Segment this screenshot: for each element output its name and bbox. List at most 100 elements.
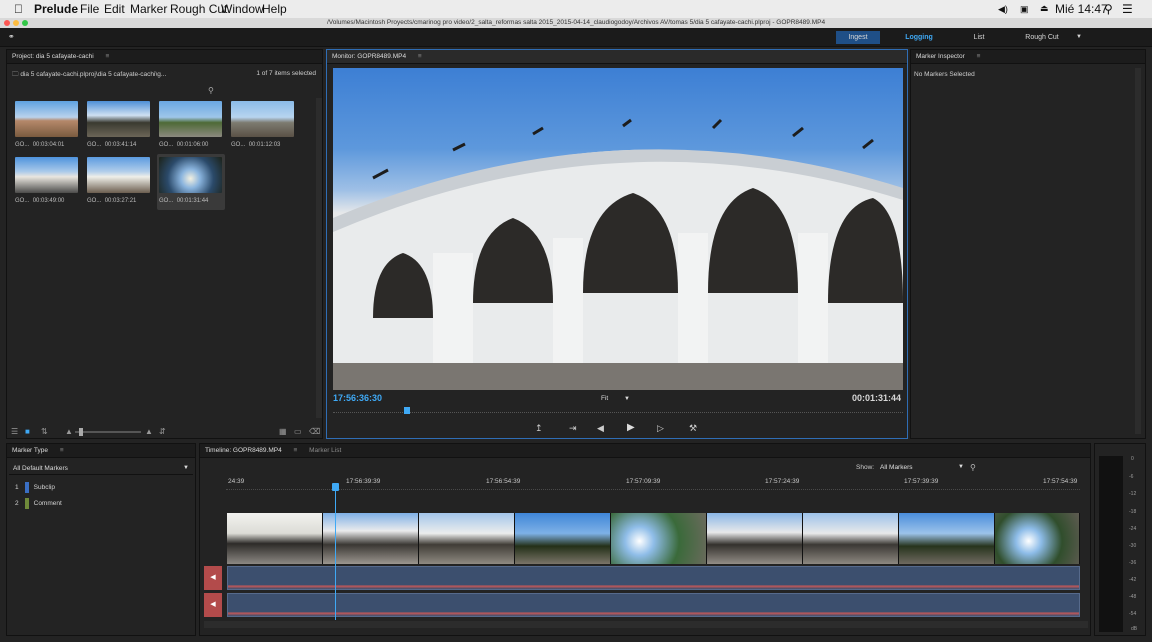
- clip-label: GO... 00:03:41:14: [87, 142, 137, 148]
- workspace-menu-chevron-icon[interactable]: ▼: [1074, 31, 1084, 44]
- menu-edit[interactable]: Edit: [104, 2, 125, 16]
- timeline-title[interactable]: Timeline: GOPR8489.MP4: [205, 444, 282, 458]
- fit-label: Fit: [601, 395, 609, 402]
- chevron-down-icon: ▼: [183, 465, 189, 471]
- video-track-thumbnail[interactable]: [323, 513, 419, 564]
- play-in-to-out-icon[interactable]: ⇥: [569, 424, 577, 433]
- volume-icon[interactable]: ◀): [998, 4, 1008, 15]
- marker-inspector-title[interactable]: Marker Inspector: [916, 50, 965, 64]
- new-rough-cut-icon[interactable]: ▦: [279, 428, 287, 436]
- step-back-icon[interactable]: ◀: [597, 424, 604, 433]
- fit-dropdown[interactable]: Fit ▼: [601, 395, 630, 402]
- minimize-window-button[interactable]: [13, 20, 19, 26]
- marker-type-subclip[interactable]: 1 Subclip: [15, 482, 55, 494]
- menu-file[interactable]: File: [80, 2, 99, 16]
- video-track-thumbnail[interactable]: [899, 513, 995, 564]
- play-icon[interactable]: ▶: [627, 423, 635, 433]
- panel-menu-icon[interactable]: ≡: [60, 447, 64, 454]
- wrench-icon[interactable]: ⚒: [689, 424, 697, 433]
- apple-icon[interactable]: : [14, 2, 23, 16]
- video-track-thumbnail[interactable]: [803, 513, 899, 564]
- notification-center-icon[interactable]: ☰: [1122, 2, 1133, 16]
- search-icon[interactable]: ⚲: [208, 87, 214, 95]
- search-icon[interactable]: ⚲: [970, 464, 976, 472]
- clock[interactable]: Mié 14:47: [1055, 2, 1108, 16]
- icon-view-icon[interactable]: ■: [25, 428, 30, 436]
- workspace-bar: ⚭ Ingest Logging List Rough Cut ▼: [0, 28, 1152, 47]
- video-track-thumbnail[interactable]: [419, 513, 515, 564]
- sort-order-icon[interactable]: ⇵: [159, 428, 166, 436]
- clip-duration: 00:01:31:44: [851, 393, 901, 403]
- panel-menu-icon[interactable]: ≡: [105, 53, 109, 60]
- ruler-tick-label: 17:57:09:39: [626, 478, 661, 485]
- audio-track-2[interactable]: [227, 593, 1080, 617]
- clip-thumbnail[interactable]: [231, 101, 294, 137]
- clip-thumbnail[interactable]: [15, 157, 78, 193]
- panel-menu-icon[interactable]: ≡: [294, 447, 298, 454]
- menu-help[interactable]: Help: [262, 2, 287, 16]
- zoom-out-icon[interactable]: ▲: [65, 428, 73, 436]
- list-view-icon[interactable]: ☰: [11, 428, 18, 436]
- meter-tick-label: -12: [1129, 491, 1137, 497]
- meter-tick-label: -42: [1129, 577, 1137, 583]
- scrub-bar[interactable]: [333, 412, 903, 416]
- project-breadcrumb[interactable]: 🗀 dia 5 cafayate-cachi.plproj\dia 5 cafa…: [12, 70, 166, 81]
- new-folder-icon[interactable]: ▭: [294, 428, 302, 436]
- workspace-list[interactable]: List: [968, 31, 990, 44]
- ruler-tick-label: 24:39: [228, 478, 245, 485]
- current-timecode[interactable]: 17:56:36:30: [333, 393, 382, 403]
- monitor-title[interactable]: Monitor: GOPR8489.MP4: [332, 50, 406, 64]
- marker-type-comment[interactable]: 2 Comment: [15, 498, 62, 510]
- zoom-in-icon[interactable]: ▲: [145, 428, 153, 436]
- creative-cloud-icon[interactable]: ⚭: [8, 33, 15, 41]
- close-window-button[interactable]: [4, 20, 10, 26]
- marker-filter-dropdown[interactable]: All Default Markers ▼: [9, 462, 193, 475]
- clip-thumbnail[interactable]: [159, 101, 222, 137]
- eject-icon[interactable]: ⏏: [1040, 3, 1049, 14]
- audio-track-2-toggle[interactable]: ◀: [204, 593, 222, 617]
- export-frame-icon[interactable]: ↥: [535, 424, 543, 433]
- step-forward-icon[interactable]: ▷: [657, 424, 664, 433]
- menu-window[interactable]: Window: [221, 2, 264, 16]
- audio-track-1-toggle[interactable]: ◀: [204, 566, 222, 590]
- clip-thumbnail-selected[interactable]: [159, 157, 222, 193]
- time-ruler[interactable]: [226, 489, 1080, 493]
- video-track-thumbnail[interactable]: [611, 513, 707, 564]
- inspector-scrollbar[interactable]: [1135, 68, 1141, 434]
- trash-icon[interactable]: ⌫: [309, 428, 320, 436]
- video-track-thumbnail[interactable]: [227, 513, 323, 564]
- project-panel-title[interactable]: Project: dia 5 cafayate-cachi: [12, 50, 94, 64]
- selection-count: 1 of 7 items selected: [256, 70, 316, 77]
- slider-handle[interactable]: [79, 428, 83, 436]
- video-track-thumbnail[interactable]: [995, 513, 1080, 564]
- workspace-logging[interactable]: Logging: [898, 31, 940, 44]
- audio-track-1[interactable]: [227, 566, 1080, 590]
- video-track-thumbnail[interactable]: [707, 513, 803, 564]
- workspace-ingest[interactable]: Ingest: [836, 31, 880, 44]
- video-frame[interactable]: [333, 68, 903, 390]
- spotlight-icon[interactable]: ⚲: [1104, 2, 1113, 16]
- audio-meter-panel: [1094, 443, 1146, 636]
- zoom-window-button[interactable]: [22, 20, 28, 26]
- marker-type-title[interactable]: Marker Type: [12, 444, 48, 458]
- clip-thumbnail[interactable]: [87, 101, 150, 137]
- clip-thumbnail[interactable]: [15, 101, 78, 137]
- monitor-playhead[interactable]: [404, 407, 411, 414]
- sort-icon[interactable]: ⇅: [41, 428, 48, 436]
- clip-thumbnail[interactable]: [87, 157, 150, 193]
- display-icon[interactable]: ▣: [1020, 4, 1029, 15]
- menu-marker[interactable]: Marker: [130, 2, 167, 16]
- timeline-scrollbar[interactable]: [204, 621, 1088, 628]
- speaker-icon: ◀: [210, 574, 216, 581]
- panel-menu-icon[interactable]: ≡: [977, 53, 981, 60]
- tab-marker-list[interactable]: Marker List: [309, 444, 341, 458]
- workspace-rough-cut[interactable]: Rough Cut: [1020, 31, 1064, 44]
- video-track-thumbnail[interactable]: [515, 513, 611, 564]
- panel-menu-icon[interactable]: ≡: [418, 53, 422, 60]
- project-scrollbar[interactable]: [316, 98, 322, 418]
- thumbnail-size-slider[interactable]: [75, 431, 141, 433]
- app-menu[interactable]: Prelude: [34, 2, 78, 16]
- show-markers-dropdown[interactable]: All Markers ▼: [880, 464, 970, 471]
- clip-label: GO... 00:01:12:03: [231, 142, 281, 148]
- menu-rough-cut[interactable]: Rough Cut: [170, 2, 227, 16]
